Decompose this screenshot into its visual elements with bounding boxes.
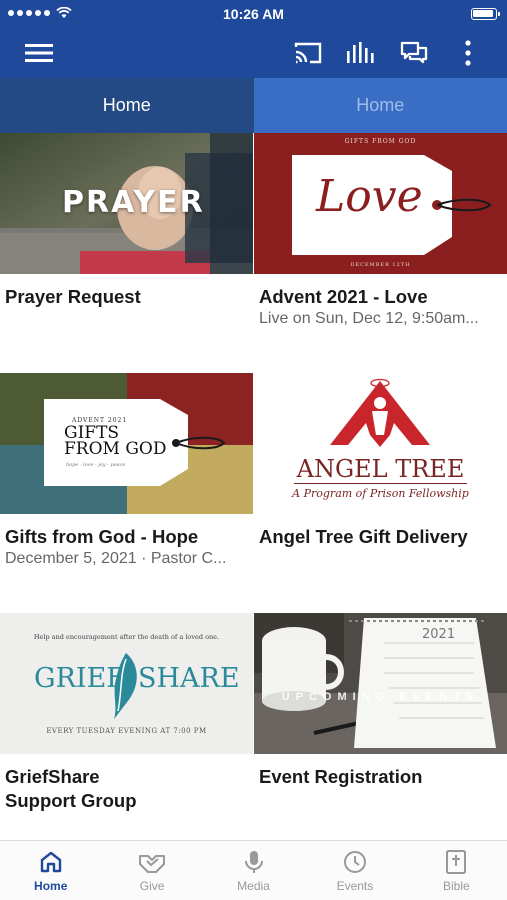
card-subtitle: Live on Sun, Dec 12, 9:50am... (259, 310, 479, 327)
griefshare-thumb-footer: EVERY TUESDAY EVENING AT 7:00 PM (46, 727, 207, 735)
event-thumb-small: 2021 (422, 627, 456, 642)
card-subtitle: December 5, 2021 · Pastor C... (5, 550, 227, 567)
chat-icon (400, 41, 428, 64)
card-title: Prayer Request (5, 286, 141, 307)
cast-button[interactable] (290, 28, 326, 78)
equalizer-icon (347, 42, 374, 63)
card-griefshare[interactable]: Help and encouragement after the death o… (0, 613, 253, 840)
messages-button[interactable] (397, 28, 431, 78)
card-event-registration[interactable]: 2021 UPCOMING EVENTS Event Registration (254, 613, 507, 840)
gifts-thumb-text: GIFTS FROM GOD (64, 423, 167, 459)
griefshare-thumb-right: SHARE (138, 663, 240, 694)
tab-home-secondary[interactable]: Home (253, 78, 507, 133)
angel-tree-thumb-small: A Program of Prison Fellowship (292, 487, 469, 500)
event-thumb-text: UPCOMING EVENTS (281, 691, 480, 703)
advent-thumb-footer: DECEMBER 12TH (350, 262, 411, 268)
card-gifts-hope[interactable]: ADVENT 2021 GIFTS FROM GOD hope · love ·… (0, 373, 253, 613)
card-title: Angel Tree Gift Delivery (259, 526, 468, 547)
status-time: 10:26 AM (223, 6, 284, 22)
prayer-thumb-text: PRAYER (62, 185, 205, 220)
card-title: Gifts from God - Hope (5, 526, 199, 547)
nav-label: Home (34, 879, 68, 893)
nav-bible[interactable]: Bible (406, 841, 507, 900)
card-angel-tree[interactable]: ANGEL TREE A Program of Prison Fellowshi… (254, 373, 507, 613)
card-title: GriefShare (5, 766, 100, 787)
card-advent-love[interactable]: GIFTS FROM GOD Love DECEMBER 12TH Advent… (254, 133, 507, 373)
more-vertical-icon (465, 40, 471, 66)
more-options-button[interactable] (455, 28, 481, 78)
give-icon (139, 855, 166, 873)
card-title-line2: Support Group (5, 790, 137, 811)
angel-tree-thumb-text: ANGEL TREE (296, 455, 465, 483)
nav-label: Events (336, 879, 374, 893)
nav-label: Media (237, 879, 270, 893)
griefshare-thumb-small: Help and encouragement after the death o… (33, 633, 220, 641)
griefshare-thumbnail: Help and encouragement after the death o… (0, 613, 253, 754)
bible-icon (446, 850, 467, 874)
card-title: Advent 2021 - Love (259, 286, 428, 307)
gifts-hope-thumbnail: ADVENT 2021 GIFTS FROM GOD hope · love ·… (0, 373, 253, 514)
microphone-icon (244, 851, 263, 873)
nav-media[interactable]: Media (203, 841, 304, 900)
status-bar: 10:26 AM (0, 0, 507, 28)
nav-events[interactable]: Events (304, 841, 405, 900)
tab-home-primary[interactable]: Home (0, 78, 254, 133)
advent-love-thumbnail: GIFTS FROM GOD Love DECEMBER 12TH (254, 133, 507, 274)
event-registration-thumbnail: 2021 UPCOMING EVENTS (254, 613, 507, 754)
bottom-navigation: Home Give Media Events Bible (0, 840, 507, 900)
nav-label: Give (139, 879, 165, 893)
advent-thumb-text: Love (316, 171, 423, 222)
nav-home[interactable]: Home (0, 841, 101, 900)
gifts-thumb-footer: hope · love · joy · peace (66, 462, 126, 468)
cast-icon (294, 42, 322, 64)
card-prayer-request[interactable]: PRAYER Prayer Request (0, 133, 253, 373)
app-bar (0, 28, 507, 78)
nav-give[interactable]: Give (101, 841, 202, 900)
card-title: Event Registration (259, 766, 423, 787)
menu-button[interactable] (22, 28, 56, 78)
angel-tree-divider (294, 483, 467, 484)
nav-label: Bible (442, 879, 470, 893)
home-icon (40, 851, 61, 873)
clock-icon (343, 851, 366, 873)
prayer-thumbnail: PRAYER (0, 133, 253, 274)
angel-tree-thumbnail: ANGEL TREE A Program of Prison Fellowshi… (254, 373, 507, 514)
hamburger-icon (25, 44, 53, 62)
battery-icon (471, 8, 500, 20)
audio-button[interactable] (343, 28, 377, 78)
tab-bar: Home Home (0, 78, 507, 133)
